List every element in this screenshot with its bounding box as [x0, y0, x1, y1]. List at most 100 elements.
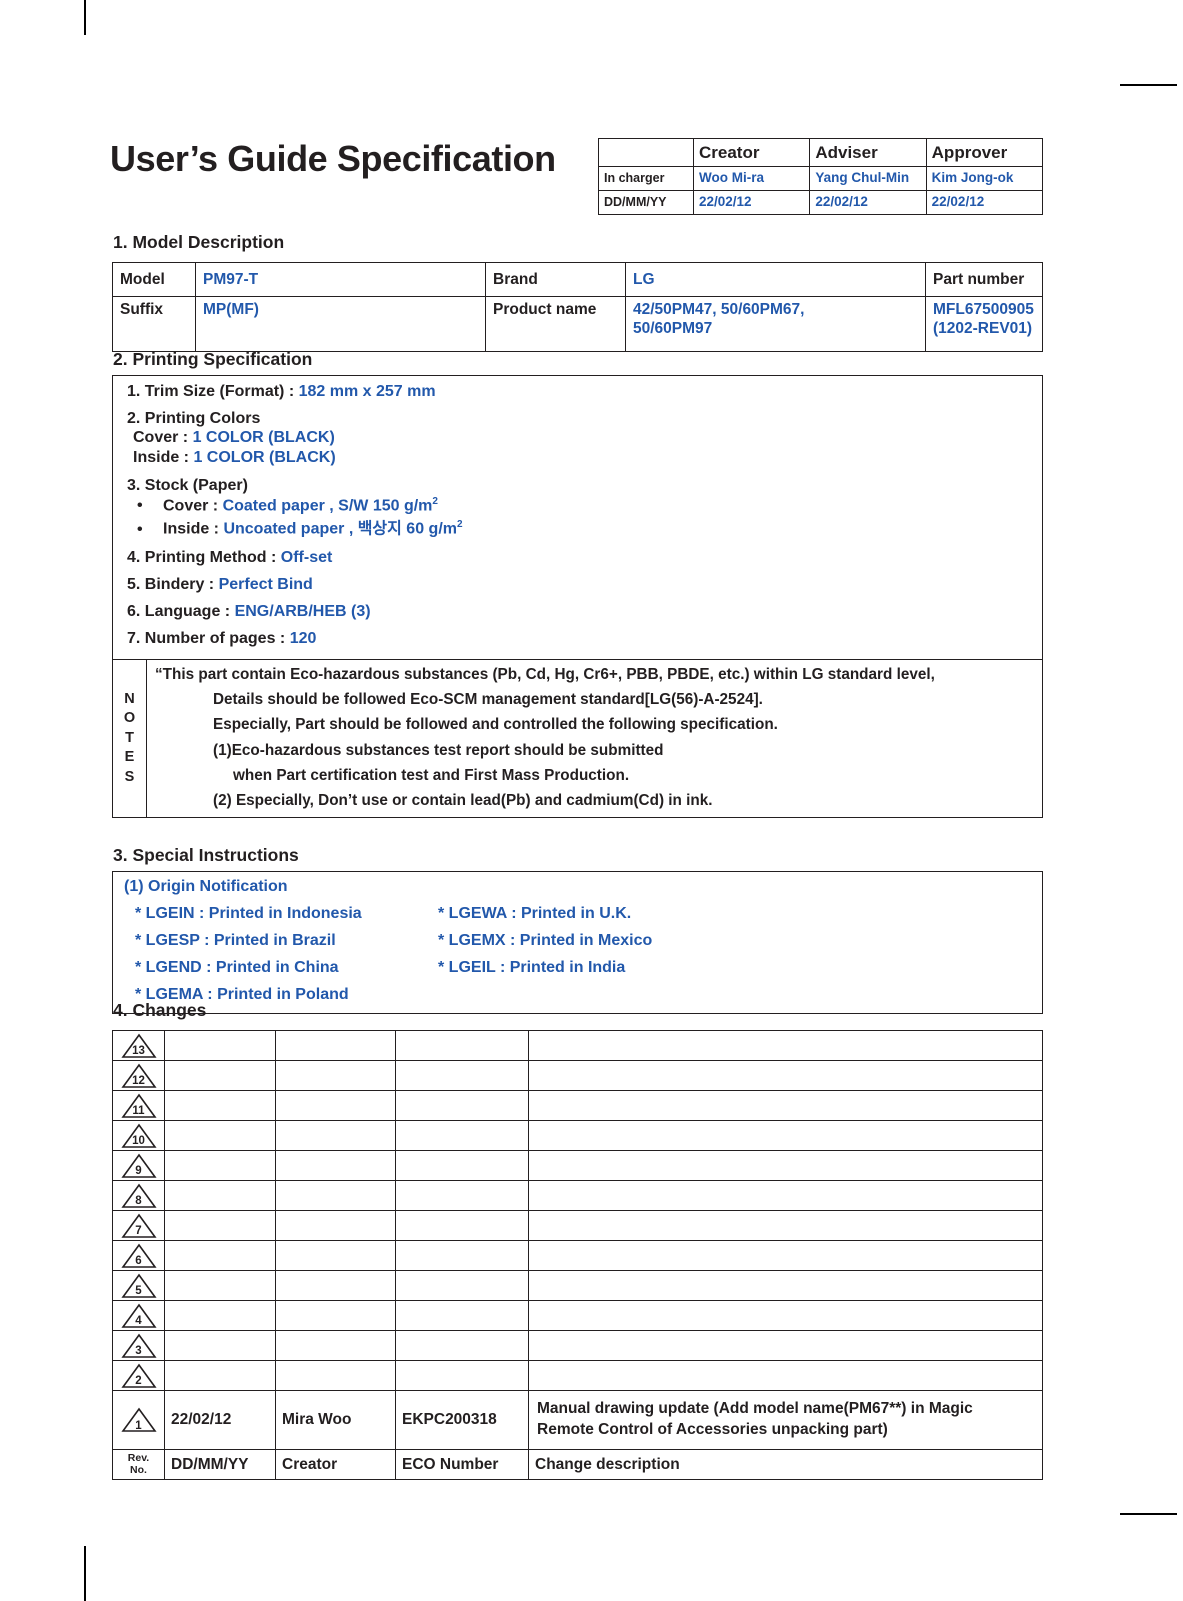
changes-description-cell	[528, 1060, 1043, 1091]
bullet-glyph: •	[137, 497, 143, 515]
spec-printing-method-value: Off-set	[280, 548, 333, 566]
changes-eco-cell	[395, 1090, 529, 1121]
suffix-label: Suffix	[112, 296, 196, 352]
revision-marker-cell-12: 12	[112, 1060, 165, 1091]
revision-marker-cell-1: 1	[112, 1390, 165, 1450]
changes-row-empty-11: 11	[112, 1090, 1043, 1121]
note-line-3: Especially, Part should be followed and …	[213, 716, 778, 734]
spec-inside-color-label: Inside :	[133, 449, 194, 466]
spec-stock-inside-label: Inside :	[163, 520, 224, 538]
note-line-5: when Part certification test and First M…	[233, 766, 630, 784]
approver-table-header-row: Creator Adviser Approver	[598, 138, 1044, 167]
changes-eco-cell	[395, 1240, 529, 1271]
changes-row-empty-12: 12	[112, 1060, 1043, 1091]
revision-number: 3	[135, 1345, 142, 1357]
changes-description-cell	[528, 1150, 1043, 1181]
revision-triangle-icon: 7	[120, 1213, 157, 1239]
revision-marker-cell-11: 11	[112, 1090, 165, 1121]
changes-eco-cell	[395, 1120, 529, 1151]
spec-cover-color-value: 1 COLOR (BLACK)	[192, 429, 335, 446]
changes-description-cell	[528, 1270, 1043, 1301]
changes-footer-date: DD/MM/YY	[164, 1449, 276, 1480]
changes-row-empty-5: 5	[112, 1270, 1043, 1301]
crop-mark-top-right	[1120, 84, 1177, 86]
changes-row-empty-2: 2	[112, 1360, 1043, 1391]
revision-triangle-icon: 2	[120, 1363, 157, 1389]
revision-marker-cell-6: 6	[112, 1240, 165, 1271]
changes-date-cell	[164, 1120, 276, 1151]
changes-row-empty-8: 8	[112, 1180, 1043, 1211]
revision-marker-cell-2: 2	[112, 1360, 165, 1391]
changes-description-line-1: Manual drawing update (Add model name(PM…	[537, 1400, 973, 1418]
changes-row-empty-3: 3	[112, 1330, 1043, 1361]
revision-number: 7	[135, 1225, 142, 1237]
part-number-revision: (1202-REV01)	[933, 320, 1033, 338]
changes-description-cell	[528, 1240, 1043, 1271]
page-title: User’s Guide Specification	[110, 138, 556, 179]
spec-stock-cover-value: Coated paper , S/W 150 g/m	[222, 497, 433, 515]
printing-specification-box: 1. Trim Size (Format) : 182 mm x 257 mm …	[112, 375, 1043, 819]
changes-description-cell	[528, 1210, 1043, 1241]
changes-creator: Mira Woo	[275, 1390, 396, 1450]
revision-marker-cell-4: 4	[112, 1300, 165, 1331]
approver-row-in-charger: In charger Woo Mi-ra Yang Chul-Min Kim J…	[598, 166, 1044, 191]
revision-triangle-icon: 8	[120, 1183, 157, 1209]
origin-row-3: * LGEND : Printed in China * LGEIL : Prin…	[113, 960, 1042, 976]
spec-language-value: ENG/ARB/HEB (3)	[234, 602, 371, 620]
product-name-line-1: 42/50PM47, 50/60PM67,	[633, 301, 805, 318]
model-row-2: Suffix MP(MF) Product name 42/50PM47, 50…	[112, 296, 1043, 352]
changes-eco-cell	[395, 1360, 529, 1391]
spec-stock-inside: • Inside : Uncoated paper , 백상지 60 g/m2	[113, 520, 1042, 537]
revision-number: 4	[135, 1315, 142, 1327]
changes-row-empty-6: 6	[112, 1240, 1043, 1271]
changes-description-cell	[528, 1120, 1043, 1151]
title-row: User’s Guide Specification Creator Advis…	[110, 132, 1045, 215]
spec-stock-cover-label: Cover :	[163, 497, 223, 515]
spec-number-of-pages-value: 120	[289, 629, 317, 647]
special-instructions-box: (1) Origin Notification * LGEIN : Printe…	[112, 871, 1043, 1014]
changes-date-cell	[164, 1270, 276, 1301]
model-row-1: Model PM97-T Brand LG Part number	[112, 262, 1043, 297]
changes-footer-rev-no-line-2: No.	[130, 1463, 147, 1476]
spec-inside-color-value: 1 COLOR (BLACK)	[193, 449, 336, 466]
crop-mark-bottom-left	[84, 1546, 86, 1601]
revision-triangle-icon: 6	[120, 1243, 157, 1269]
approver-adviser-date: 22/02/12	[809, 190, 927, 215]
spec-trim-size-value: 182 mm x 257 mm	[298, 383, 436, 400]
changes-date: 22/02/12	[164, 1390, 276, 1450]
note-line-4: (1)Eco-hazardous substances test report …	[213, 741, 664, 759]
spec-bindery: 5. Bindery : Perfect Bind	[113, 576, 1042, 593]
changes-creator-cell	[275, 1030, 396, 1061]
spec-stock-label: 3. Stock (Paper)	[127, 477, 248, 494]
crop-mark-bottom-right	[1120, 1513, 1177, 1515]
page-canvas: User’s Guide Specification Creator Advis…	[0, 0, 1183, 1601]
part-number-value: MFL67500905	[933, 301, 1034, 318]
spec-stock-cover: • Cover : Coated paper , S/W 150 g/m2	[113, 497, 1042, 514]
revision-triangle-icon: 12	[120, 1063, 157, 1089]
revision-triangle-icon: 9	[120, 1153, 157, 1179]
changes-date-cell	[164, 1150, 276, 1181]
spec-stock-inside-value: Uncoated paper , 백상지 60 g/m	[223, 520, 457, 538]
changes-footer-row: Rev. No. DD/MM/YY Creator ECO Number Change d…	[112, 1449, 1043, 1480]
revision-number: 10	[132, 1135, 145, 1147]
changes-description-cell	[528, 1360, 1043, 1391]
revision-marker-cell-3: 3	[112, 1330, 165, 1361]
note-line-2: Details should be followed Eco-SCM manag…	[213, 690, 763, 708]
model-description-table: Model PM97-T Brand LG Part number Suffix…	[112, 262, 1043, 352]
approver-approver-date: 22/02/12	[925, 190, 1044, 215]
origin-row-2: * LGESP : Printed in Brazil * LGEMX : Pri…	[113, 933, 1042, 949]
changes-date-cell	[164, 1300, 276, 1331]
approver-corner-cell	[598, 138, 694, 167]
changes-row-empty-4: 4	[112, 1300, 1043, 1331]
changes-date-cell	[164, 1240, 276, 1271]
origin-lgein: * LGEIN : Printed in Indonesia	[135, 905, 362, 922]
changes-footer-description: Change description	[528, 1449, 1043, 1480]
model-value: PM97-T	[195, 262, 486, 297]
changes-date-cell	[164, 1030, 276, 1061]
changes-description-cell	[528, 1300, 1043, 1331]
approver-col-approver: Approver	[925, 138, 1044, 167]
note-line-1: “This part contain Eco-hazardous substan…	[155, 665, 935, 683]
revision-number: 5	[135, 1285, 142, 1297]
section-heading-printing-specification: 2. Printing Specification	[113, 349, 313, 369]
origin-lgewa: * LGEWA : Printed in U.K.	[438, 905, 632, 922]
